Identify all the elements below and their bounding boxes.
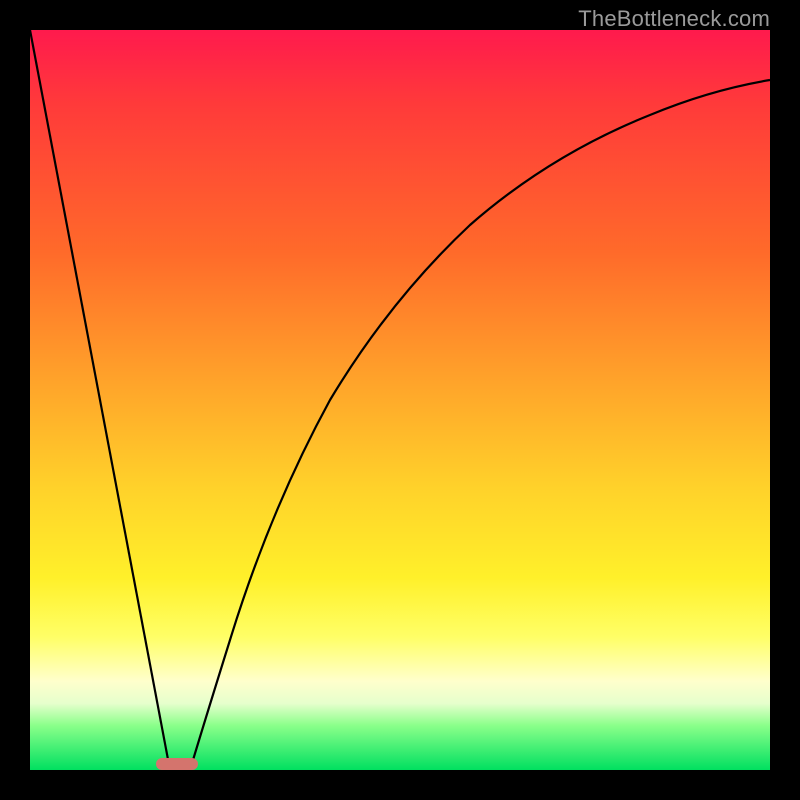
bottleneck-marker [156, 758, 198, 770]
curve-layer [30, 30, 770, 770]
right-branch-path [190, 80, 770, 770]
chart-frame: TheBottleneck.com [0, 0, 800, 800]
left-branch-path [30, 30, 170, 770]
watermark-text: TheBottleneck.com [578, 6, 770, 32]
plot-area [30, 30, 770, 770]
